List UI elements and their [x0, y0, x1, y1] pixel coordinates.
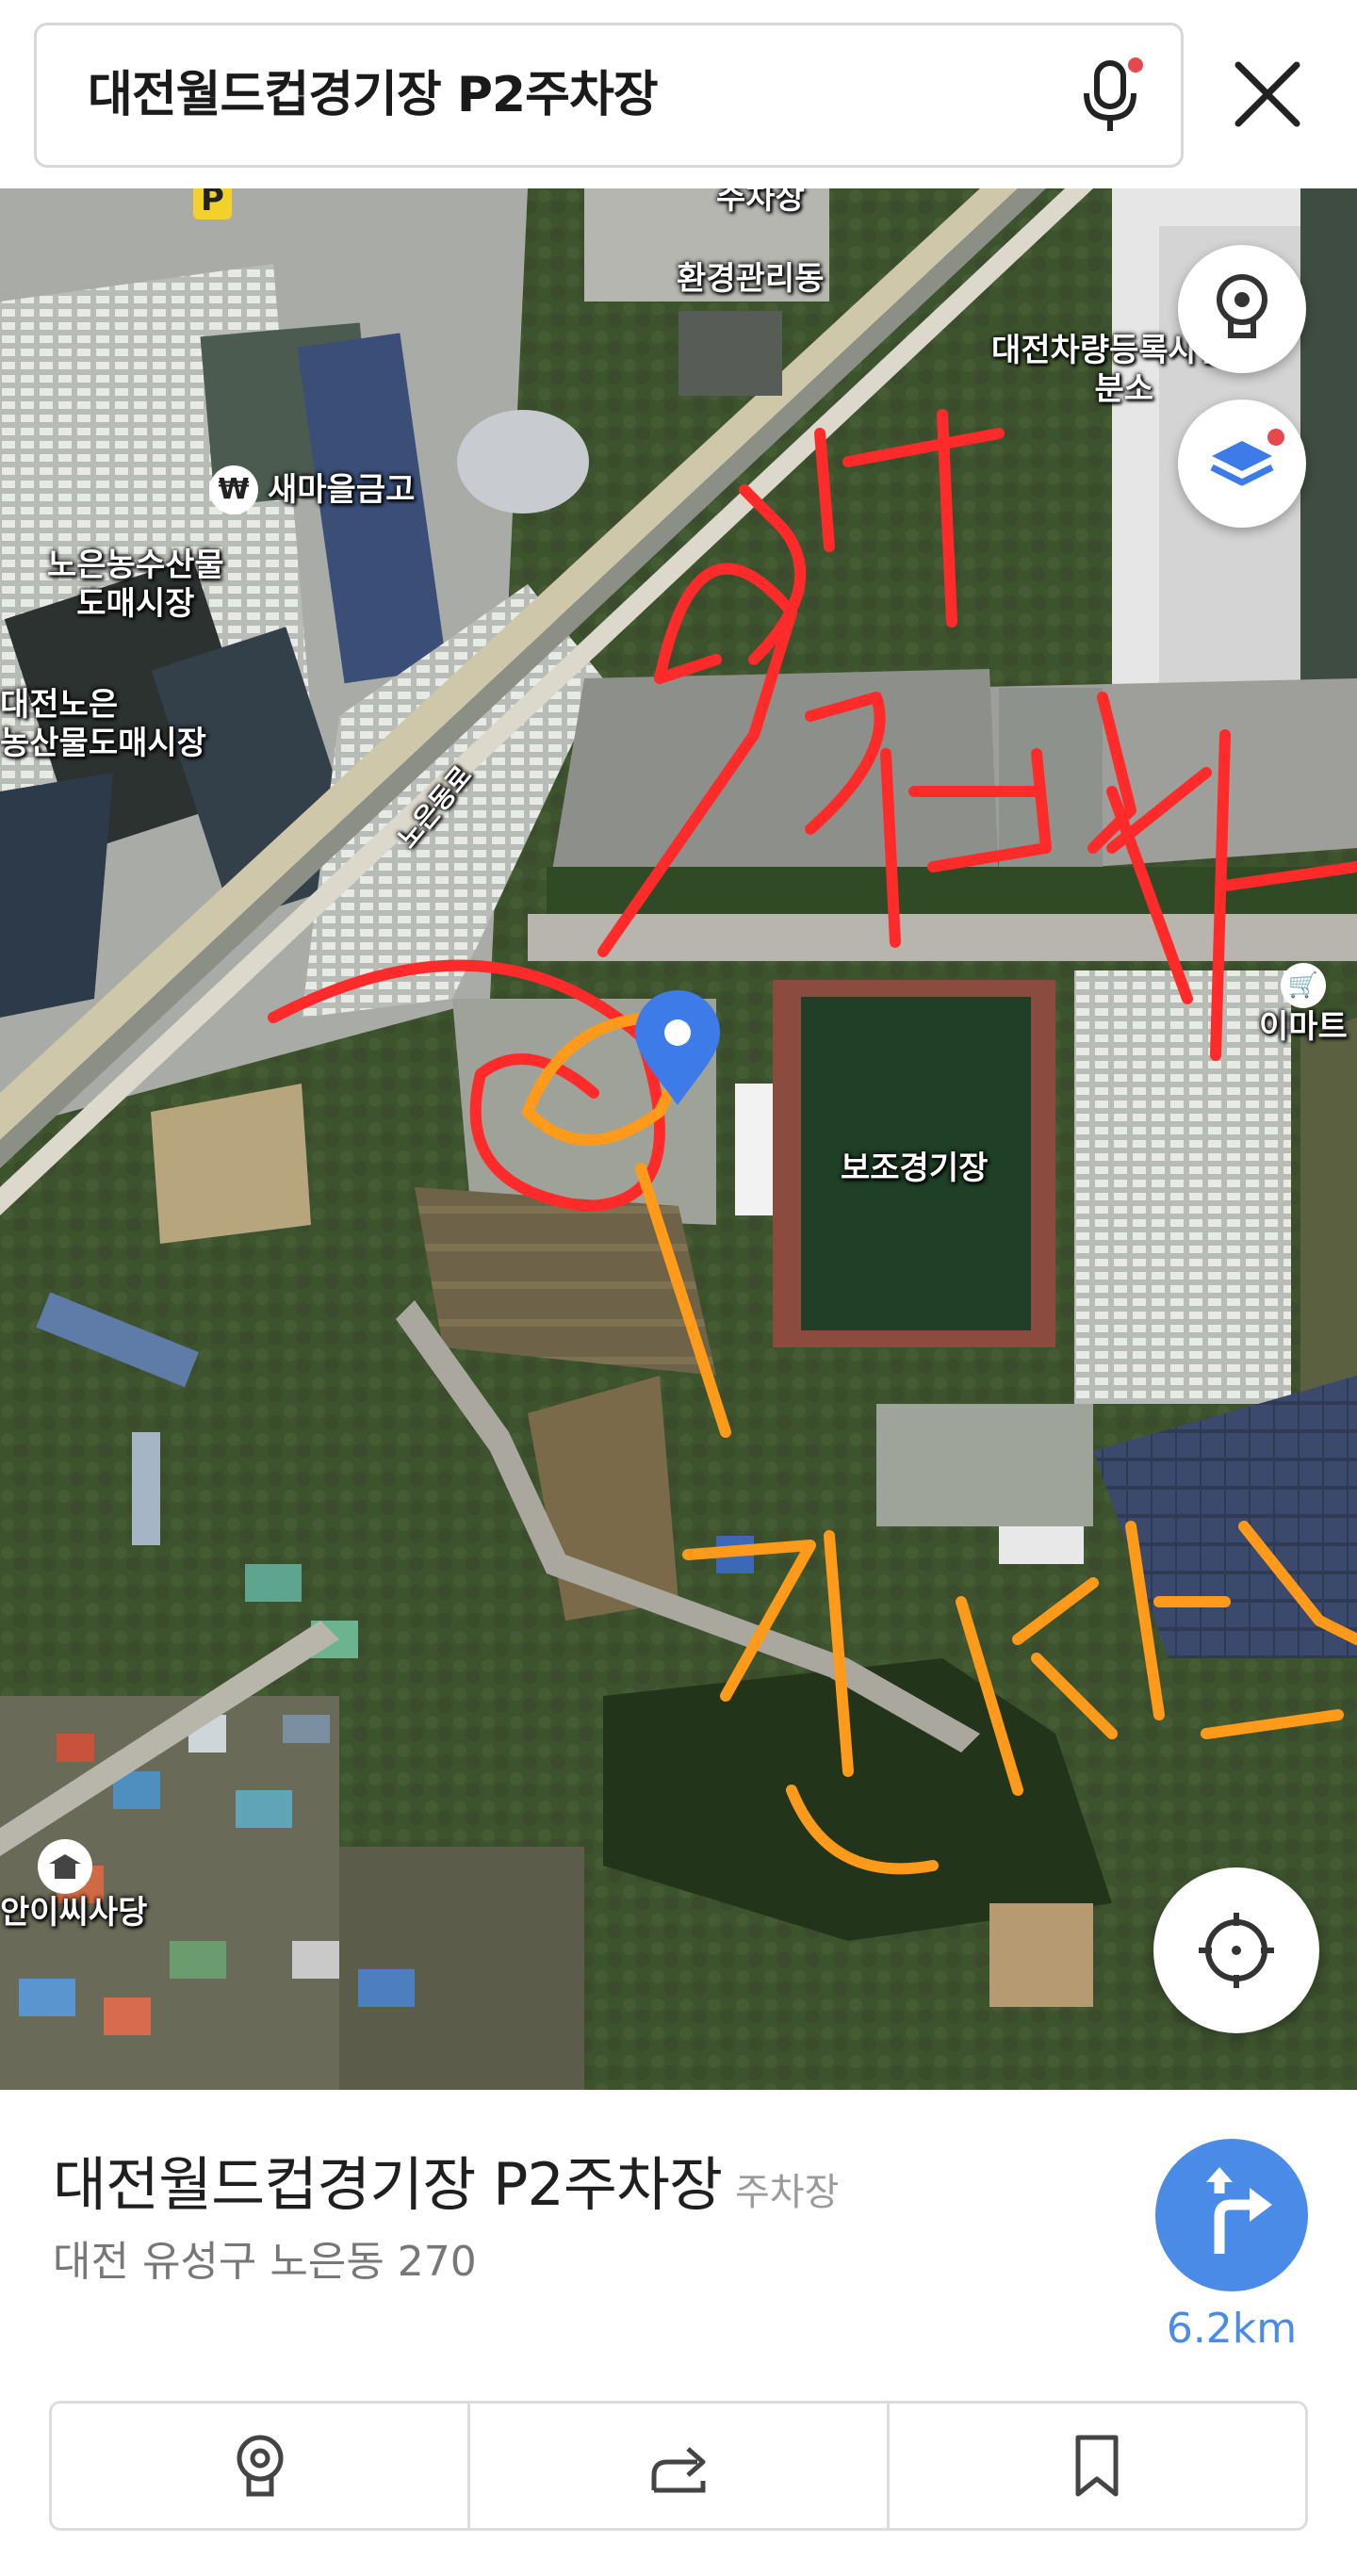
roadview-action-button[interactable] — [52, 2404, 471, 2528]
close-icon — [1234, 61, 1300, 127]
bookmark-icon — [1075, 2435, 1119, 2497]
label-env-building: 환경관리동 — [677, 260, 825, 298]
mic-icon[interactable] — [1068, 54, 1153, 139]
place-title[interactable]: 대전월드컵경기장 P2주차장 주차장 — [53, 2137, 839, 2222]
top-bar: 대전월드컵경기장 P2주차장 — [0, 0, 1357, 188]
roadview-icon — [1217, 274, 1267, 338]
current-location-button[interactable] — [1153, 1867, 1319, 2033]
search-input[interactable]: 대전월드컵경기장 P2주차장 — [34, 23, 1184, 168]
share-icon — [651, 2447, 706, 2493]
label-market-1: 노은농수산물 도매시장 — [47, 546, 224, 623]
label-shrine: 안이씨사당 — [0, 1894, 148, 1932]
label-parking-lot: 주차장 — [716, 188, 805, 217]
search-query: 대전월드컵경기장 P2주차장 — [88, 67, 659, 123]
bank-icon: ₩ — [209, 465, 258, 514]
current-location-icon — [1199, 1913, 1274, 1988]
label-emart-wrap: 🛒 이마트 — [1259, 963, 1348, 1047]
label-bank-wrap: ₩ 새마을금고 — [209, 465, 415, 514]
shrine-icon — [38, 1839, 92, 1894]
roadview-icon — [237, 2435, 284, 2497]
label-emart: 이마트 — [1259, 1008, 1348, 1046]
place-address: 대전 유성구 노은동 270 — [53, 2238, 477, 2286]
action-bar — [49, 2401, 1308, 2531]
roadview-button[interactable] — [1178, 245, 1306, 373]
layers-icon — [1210, 429, 1284, 486]
layers-button[interactable] — [1178, 399, 1306, 528]
location-pin-icon[interactable] — [626, 987, 729, 1110]
route-arrow-icon — [1206, 2167, 1272, 2254]
label-bank: 새마을금고 — [268, 470, 416, 509]
share-button[interactable] — [470, 2404, 890, 2528]
close-button[interactable] — [1225, 52, 1310, 137]
place-name: 대전월드컵경기장 P2주차장 — [53, 2150, 723, 2219]
label-sub-stadium: 보조경기장 — [841, 1149, 989, 1187]
place-info-sheet: 대전월드컵경기장 P2주차장 주차장 대전 유성구 노은동 270 6.2km — [0, 2090, 1357, 2576]
satellite-imagery — [0, 188, 1357, 2090]
parking-marker[interactable]: P — [193, 188, 232, 220]
place-category: 주차장 — [734, 2171, 840, 2214]
shopping-cart-icon: 🛒 — [1280, 963, 1326, 1008]
bookmark-button[interactable] — [890, 2404, 1305, 2528]
label-shrine-wrap: 안이씨사당 — [0, 1839, 147, 1932]
satellite-map[interactable]: P 주차장 환경관리동 대전차량등록사업소 분소 ₩ 새마을금고 노은농수산물 … — [0, 188, 1357, 2090]
route-button[interactable] — [1155, 2139, 1308, 2291]
label-market-2: 대전노은 농산물도매시장 — [0, 686, 206, 762]
map-app-screen: 대전월드컵경기장 P2주차장 P 주차장 환경관리동 대전차량등록사업소 분소 … — [0, 0, 1357, 2576]
route-distance: 6.2km — [1166, 2305, 1298, 2353]
